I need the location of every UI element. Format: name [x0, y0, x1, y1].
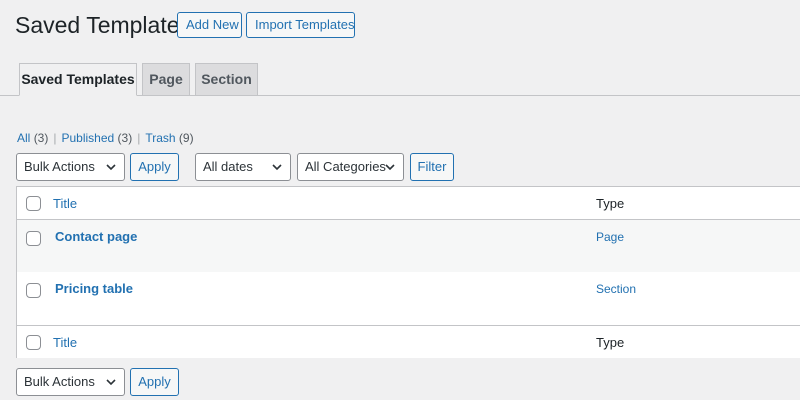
bulk-actions-select-bottom[interactable]: Bulk Actions: [16, 368, 125, 396]
bulk-actions-value: Bulk Actions: [24, 374, 95, 389]
filter-trash-count: (9): [178, 131, 194, 145]
column-title-header[interactable]: Title: [53, 196, 77, 211]
filter-trash-label: Trash: [145, 131, 176, 145]
page-title: Saved Templates: [15, 12, 192, 38]
column-title-footer[interactable]: Title: [53, 335, 77, 350]
column-type-header: Type: [596, 196, 625, 211]
filter-published-link[interactable]: Published (3): [61, 131, 132, 145]
apply-button-top[interactable]: Apply: [130, 153, 179, 181]
chevron-down-icon: [272, 164, 282, 171]
status-filters: All (3) | Published (3) | Trash (9): [17, 130, 194, 146]
bulk-actions-select-top[interactable]: Bulk Actions: [16, 153, 125, 181]
table-header-row: Title Type: [17, 187, 800, 220]
tab-page[interactable]: Page: [142, 63, 190, 96]
table-row: Contact page Page: [17, 220, 800, 272]
filter-separator: |: [53, 131, 57, 145]
filter-all-label: All: [17, 131, 31, 145]
apply-button-bottom[interactable]: Apply: [130, 368, 179, 396]
chevron-down-icon: [385, 164, 395, 171]
bulk-actions-value: Bulk Actions: [24, 159, 95, 174]
select-all-checkbox-footer[interactable]: [26, 335, 41, 350]
add-new-button[interactable]: Add New: [177, 12, 242, 38]
categories-select[interactable]: All Categories: [297, 153, 404, 181]
table-footer-row: Title Type: [17, 325, 800, 358]
chevron-down-icon: [106, 164, 116, 171]
row-type-link[interactable]: Section: [596, 282, 636, 296]
saved-templates-page: Saved Templates Add New Import Templates…: [0, 0, 800, 400]
filter-trash-link[interactable]: Trash (9): [145, 131, 193, 145]
filter-separator: |: [137, 131, 141, 145]
row-title-link[interactable]: Contact page: [55, 229, 137, 244]
filter-published-label: Published: [61, 131, 115, 145]
templates-table: Title Type Contact page Page Pricing tab…: [16, 186, 800, 358]
categories-value: All Categories: [305, 159, 386, 174]
row-checkbox[interactable]: [26, 231, 41, 246]
import-templates-button[interactable]: Import Templates: [246, 12, 355, 38]
dates-value: All dates: [203, 159, 253, 174]
filter-published-count: (3): [117, 131, 133, 145]
dates-select[interactable]: All dates: [195, 153, 291, 181]
filter-all-count: (3): [33, 131, 49, 145]
row-type-link[interactable]: Page: [596, 230, 624, 244]
filter-all-link[interactable]: All (3): [17, 131, 48, 145]
tab-section[interactable]: Section: [195, 63, 258, 96]
filter-button[interactable]: Filter: [410, 153, 454, 181]
table-row: Pricing table Section: [17, 272, 800, 325]
tab-saved-templates[interactable]: Saved Templates: [19, 63, 137, 96]
chevron-down-icon: [106, 379, 116, 386]
select-all-checkbox[interactable]: [26, 196, 41, 211]
row-title-link[interactable]: Pricing table: [55, 281, 133, 296]
column-type-footer: Type: [596, 335, 625, 350]
row-checkbox[interactable]: [26, 283, 41, 298]
